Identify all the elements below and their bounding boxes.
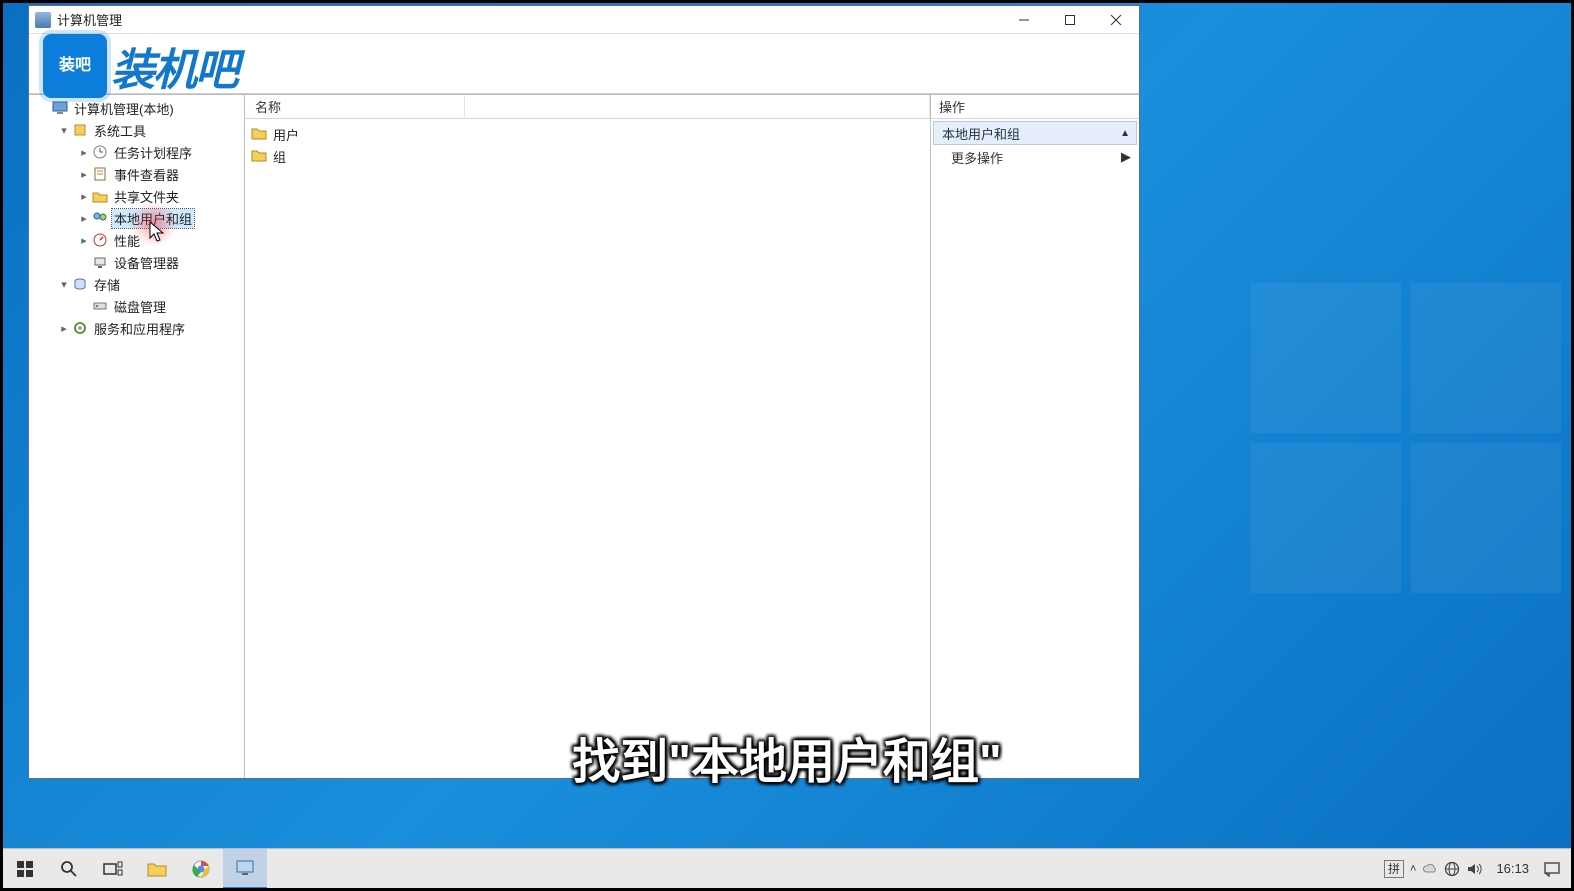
folder-icon xyxy=(251,148,269,164)
tree-label: 任务计划程序 xyxy=(112,143,194,162)
tree-label: 磁盘管理 xyxy=(112,297,168,316)
clock[interactable]: 16:13 xyxy=(1490,861,1535,876)
notifications-button[interactable] xyxy=(1541,858,1563,880)
list-item[interactable]: 组 xyxy=(247,145,928,167)
actions-pane: 操作 本地用户和组 ▲ 更多操作 ▶ xyxy=(931,95,1139,778)
tree-device-manager[interactable]: 设备管理器 xyxy=(29,251,244,273)
actions-section-title[interactable]: 本地用户和组 ▲ xyxy=(933,121,1137,145)
tree-label: 性能 xyxy=(112,231,142,250)
actions-more-label: 更多操作 xyxy=(951,148,1003,167)
app-icon xyxy=(35,12,51,28)
computer-icon xyxy=(51,100,69,116)
logo-badge: 装吧 xyxy=(43,34,107,98)
folder-icon xyxy=(147,861,167,877)
taskbar-chrome[interactable] xyxy=(179,849,223,889)
log-icon xyxy=(91,166,109,182)
logo-text: 装机吧 xyxy=(111,34,237,98)
collapse-icon: ▲ xyxy=(1120,128,1130,139)
mmc-icon xyxy=(236,860,254,876)
search-button[interactable] xyxy=(47,849,91,889)
tree-label: 共享文件夹 xyxy=(112,187,181,206)
tree-disk-management[interactable]: 磁盘管理 xyxy=(29,295,244,317)
tree-root[interactable]: 计算机管理(本地) xyxy=(29,97,244,119)
tree-local-users-groups[interactable]: ▸ 本地用户和组 xyxy=(29,207,244,229)
chrome-icon xyxy=(192,860,210,878)
tree-storage[interactable]: ▾ 存储 xyxy=(29,273,244,295)
disk-icon xyxy=(91,298,109,314)
close-button[interactable] xyxy=(1093,6,1139,34)
column-spacer xyxy=(465,95,930,118)
tree-services-apps[interactable]: ▸ 服务和应用程序 xyxy=(29,317,244,339)
task-view-icon xyxy=(103,861,123,877)
notification-icon xyxy=(1543,861,1561,877)
tree-event-viewer[interactable]: ▸ 事件查看器 xyxy=(29,163,244,185)
windows-icon xyxy=(16,860,34,878)
navigation-tree[interactable]: 计算机管理(本地) ▾ 系统工具 ▸ 任务计划程序 xyxy=(29,95,245,778)
list-item-label: 用户 xyxy=(273,125,299,144)
desktop-background: 计算机管理 计算机管理(本地) xyxy=(3,3,1571,888)
computer-management-window: 计算机管理 计算机管理(本地) xyxy=(28,5,1140,779)
start-button[interactable] xyxy=(3,849,47,889)
tree-shared-folders[interactable]: ▸ 共享文件夹 xyxy=(29,185,244,207)
tree-performance[interactable]: ▸ 性能 xyxy=(29,229,244,251)
titlebar[interactable]: 计算机管理 xyxy=(29,6,1139,34)
device-icon xyxy=(91,254,109,270)
tree-system-tools[interactable]: ▾ 系统工具 xyxy=(29,119,244,141)
tray-overflow-icon[interactable]: ˄ xyxy=(1410,863,1416,875)
watermark-logo: 装吧 装机吧 xyxy=(43,33,281,99)
tree-label: 服务和应用程序 xyxy=(92,319,187,338)
window-title: 计算机管理 xyxy=(57,10,1001,29)
ime-indicator[interactable]: 拼 xyxy=(1384,860,1404,878)
tree-label: 存储 xyxy=(92,275,122,294)
maximize-button[interactable] xyxy=(1047,6,1093,34)
users-icon xyxy=(91,210,109,226)
system-tray[interactable]: 拼 ˄ 16:13 xyxy=(1384,858,1571,880)
submenu-arrow-icon: ▶ xyxy=(1121,149,1131,165)
list-header[interactable]: 名称 xyxy=(245,95,930,119)
video-subtitle: 找到"本地用户和组" xyxy=(572,722,1002,792)
actions-more[interactable]: 更多操作 ▶ xyxy=(931,145,1139,169)
list-item-label: 组 xyxy=(273,147,286,166)
services-icon xyxy=(71,320,89,336)
clock-icon xyxy=(91,144,109,160)
search-icon xyxy=(60,860,78,878)
tree-task-scheduler[interactable]: ▸ 任务计划程序 xyxy=(29,141,244,163)
performance-icon xyxy=(91,232,109,248)
minimize-button[interactable] xyxy=(1001,6,1047,34)
tools-icon xyxy=(71,122,89,138)
network-icon[interactable] xyxy=(1444,861,1460,877)
tree-label: 事件查看器 xyxy=(112,165,181,184)
windows-logo-shapes xyxy=(1251,283,1571,523)
tree-label: 计算机管理(本地) xyxy=(72,99,176,118)
actions-section-label: 本地用户和组 xyxy=(942,124,1020,143)
storage-icon xyxy=(71,276,89,292)
shared-folder-icon xyxy=(91,188,109,204)
onedrive-icon[interactable] xyxy=(1422,861,1438,877)
tree-label: 本地用户和组 xyxy=(112,209,194,228)
folder-icon xyxy=(251,126,269,142)
list-item[interactable]: 用户 xyxy=(247,123,928,145)
content-list[interactable]: 名称 用户 组 xyxy=(245,95,931,778)
taskbar[interactable]: 拼 ˄ 16:13 xyxy=(3,848,1571,888)
task-view-button[interactable] xyxy=(91,849,135,889)
volume-icon[interactable] xyxy=(1466,861,1484,877)
actions-header: 操作 xyxy=(931,95,1139,119)
taskbar-explorer[interactable] xyxy=(135,849,179,889)
taskbar-mmc[interactable] xyxy=(223,849,267,889)
tree-label: 系统工具 xyxy=(92,121,148,140)
tree-label: 设备管理器 xyxy=(112,253,181,272)
